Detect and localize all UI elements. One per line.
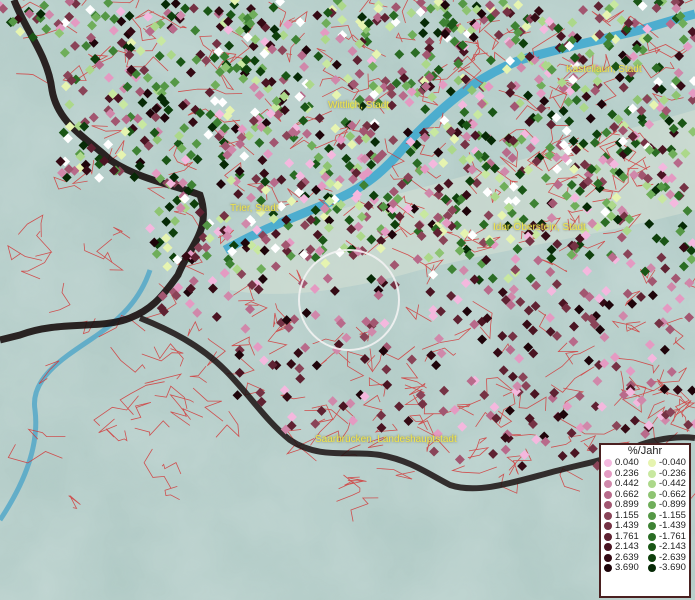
legend-swatch [648, 522, 656, 531]
legend-swatch [604, 532, 612, 541]
map-view[interactable]: Kastellaun, Stadt Wittlich, Stadt Trier,… [0, 0, 695, 600]
legend-value: -1.439 [659, 520, 686, 531]
legend-swatch [604, 564, 612, 573]
legend-value: 2.143 [615, 541, 639, 552]
map-legend: %/Jahr 0.040 0.236 0.442 0.662 0.899 1.155 1.4… [599, 443, 691, 598]
legend-swatch [648, 553, 656, 562]
legend-positive-row: 0.040 [601, 457, 645, 469]
legend-positive-column: 0.040 0.236 0.442 0.662 0.899 1.155 1.439 1.761… [601, 457, 645, 574]
legend-swatch [604, 553, 612, 562]
legend-positive-row: 0.899 [601, 499, 645, 511]
legend-value: -3.690 [659, 562, 686, 573]
legend-swatch [604, 511, 612, 520]
legend-negative-row: -0.899 [645, 499, 689, 511]
legend-positive-row: 2.143 [601, 541, 645, 553]
legend-value: 0.040 [615, 457, 639, 468]
legend-swatch [604, 522, 612, 531]
legend-value: 1.439 [615, 520, 639, 531]
legend-swatch [604, 480, 612, 489]
legend-value: 3.690 [615, 562, 639, 573]
legend-negative-column: -0.040 -0.236 -0.442 -0.662 -0.899 -1.155 -1.4… [645, 457, 689, 574]
legend-swatch [648, 490, 656, 499]
legend-value: 0.899 [615, 499, 639, 510]
city-label-wittlich: Wittlich, Stadt [328, 100, 390, 111]
legend-value: -0.899 [659, 499, 686, 510]
legend-positive-row: 1.439 [601, 520, 645, 532]
legend-swatch [648, 543, 656, 552]
legend-value: 0.442 [615, 478, 639, 489]
map-canvas[interactable] [0, 0, 695, 600]
legend-swatch [648, 501, 656, 510]
legend-swatch [648, 480, 656, 489]
legend-positive-row: 0.442 [601, 478, 645, 490]
legend-value: -0.442 [659, 478, 686, 489]
legend-value: -0.040 [659, 457, 686, 468]
legend-negative-row: -3.690 [645, 562, 689, 574]
legend-negative-row: -1.439 [645, 520, 689, 532]
legend-swatch [604, 543, 612, 552]
legend-value: -2.143 [659, 541, 686, 552]
legend-negative-row: -0.040 [645, 457, 689, 469]
legend-swatch [648, 532, 656, 541]
city-label-trier: Trier, Stadt [230, 203, 279, 214]
city-label-idar-oberstein: Idar-Oberstein, Stadt [493, 222, 586, 233]
legend-negative-row: -2.143 [645, 541, 689, 553]
legend-swatch [648, 469, 656, 478]
legend-positive-row: 3.690 [601, 562, 645, 574]
legend-swatch [604, 501, 612, 510]
legend-negative-row: -0.442 [645, 478, 689, 490]
legend-swatch [604, 490, 612, 499]
legend-swatch [648, 564, 656, 573]
legend-swatch [648, 511, 656, 520]
legend-swatch [604, 469, 612, 478]
city-label-saarbruecken: Saarbrücken, Landeshauptstadt [315, 434, 457, 445]
city-label-kastellaun: Kastellaun, Stadt [566, 64, 642, 75]
legend-swatch [604, 459, 612, 468]
legend-swatch [648, 459, 656, 468]
